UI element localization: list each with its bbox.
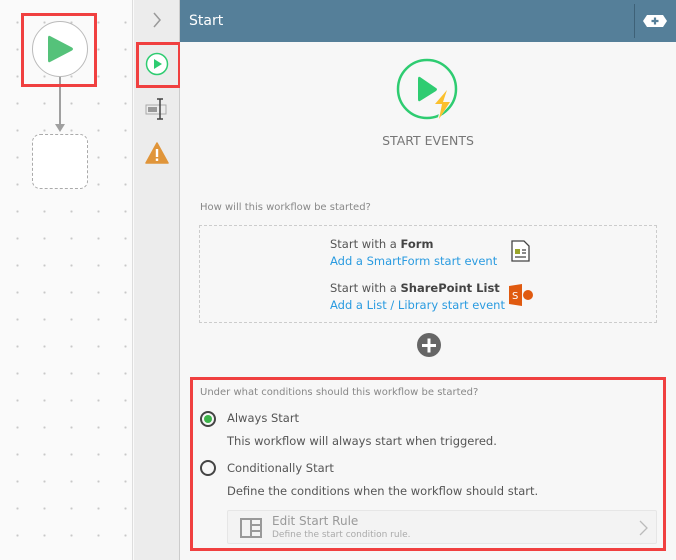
svg-text:S: S bbox=[512, 291, 518, 302]
chevron-right-icon bbox=[153, 12, 161, 28]
text-field-icon bbox=[145, 98, 167, 120]
start-events-icon bbox=[396, 58, 458, 121]
edit-start-rule-button[interactable]: Edit Start Rule Define the start conditi… bbox=[227, 510, 657, 544]
add-icon[interactable] bbox=[642, 14, 668, 28]
always-start-label[interactable]: Always Start bbox=[227, 411, 299, 425]
workflow-canvas[interactable] bbox=[0, 0, 133, 560]
sharepoint-option-bold: SharePoint List bbox=[400, 281, 500, 295]
sharepoint-option: Start with a SharePoint List Add a List … bbox=[330, 281, 505, 312]
add-start-event-button[interactable] bbox=[417, 333, 441, 357]
form-option-prefix: Start with a bbox=[330, 237, 401, 251]
start-method-question: How will this workflow be started? bbox=[200, 202, 371, 213]
play-circle-icon bbox=[145, 52, 169, 76]
warning-icon bbox=[145, 142, 169, 164]
rule-layout-icon bbox=[240, 518, 262, 538]
chevron-right-icon bbox=[639, 520, 648, 536]
form-option: Start with a Form Add a SmartForm start … bbox=[330, 237, 497, 268]
radio-selected-dot bbox=[204, 415, 212, 423]
connector-line bbox=[59, 77, 61, 125]
start-panel: Start START EVENTS How will this workflo… bbox=[180, 0, 676, 560]
edit-start-rule-title: Edit Start Rule bbox=[272, 514, 359, 528]
add-list-library-link[interactable]: Add a List / Library start event bbox=[330, 298, 505, 312]
form-icon bbox=[511, 240, 530, 262]
conditions-question: Under what conditions should this workfl… bbox=[200, 387, 479, 398]
step-placeholder[interactable] bbox=[32, 134, 88, 189]
conditionally-start-radio[interactable] bbox=[200, 460, 216, 476]
panel-header: Start bbox=[180, 0, 676, 42]
sharepoint-option-prefix: Start with a bbox=[330, 281, 401, 295]
play-icon bbox=[48, 35, 73, 63]
collapse-button[interactable] bbox=[134, 8, 180, 32]
start-events-label: START EVENTS bbox=[382, 133, 474, 148]
header-divider bbox=[634, 4, 635, 38]
panel-title: Start bbox=[189, 13, 224, 29]
always-start-description: This workflow will always start when tri… bbox=[227, 434, 497, 448]
sharepoint-icon: S bbox=[509, 284, 533, 306]
conditionally-start-label[interactable]: Conditionally Start bbox=[227, 461, 334, 475]
connector-arrow-icon bbox=[55, 124, 65, 132]
edit-start-rule-subtitle: Define the start condition rule. bbox=[272, 530, 411, 540]
warnings-tab-button[interactable] bbox=[134, 140, 180, 166]
form-option-bold: Form bbox=[400, 237, 434, 251]
always-start-radio[interactable] bbox=[200, 411, 216, 427]
start-tab-button[interactable] bbox=[134, 49, 180, 79]
panel-toolbar bbox=[134, 0, 180, 560]
properties-tab-button[interactable] bbox=[134, 95, 180, 123]
add-smartform-link[interactable]: Add a SmartForm start event bbox=[330, 254, 497, 268]
start-node[interactable] bbox=[32, 21, 88, 77]
conditionally-start-description: Define the conditions when the workflow … bbox=[227, 484, 539, 498]
